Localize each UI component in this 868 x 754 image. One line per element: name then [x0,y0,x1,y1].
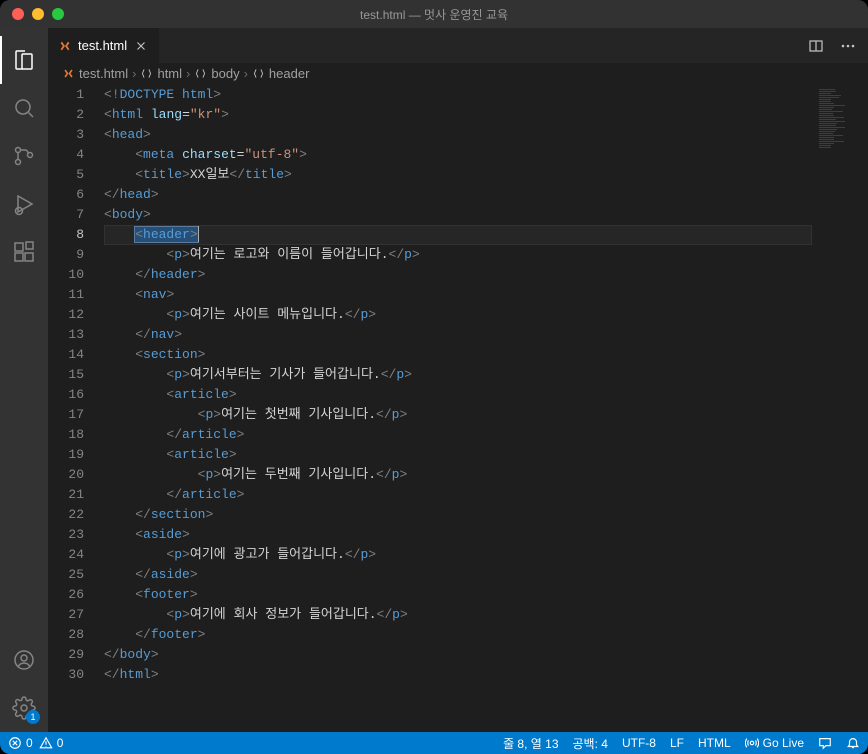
status-line-col[interactable]: 줄 8, 열 13 [503,735,558,752]
breadcrumb-html[interactable]: html [140,66,182,81]
code-line[interactable]: <aside> [104,525,812,545]
symbol-icon [194,67,207,80]
minimize-window-button[interactable] [32,8,44,20]
code-line[interactable]: </aside> [104,565,812,585]
code-line[interactable]: <p>여기는 사이트 메뉴입니다.</p> [104,305,812,325]
status-golive[interactable]: Go Live [745,736,804,750]
accounts-icon[interactable] [0,636,48,684]
code-line[interactable]: </article> [104,425,812,445]
tab-actions [808,28,868,63]
window-title: test.html — 멋사 운영진 교육 [360,6,508,23]
explorer-icon[interactable] [0,36,48,84]
symbol-icon [140,67,153,80]
code-line[interactable]: <nav> [104,285,812,305]
minimap[interactable] [812,85,868,732]
code-line[interactable]: <article> [104,385,812,405]
code-line[interactable]: </section> [104,505,812,525]
close-tab-icon[interactable] [133,38,149,54]
extensions-icon[interactable] [0,228,48,276]
status-bar: 0 0 줄 8, 열 13 공백: 4 UTF-8 LF HTML Go Liv… [0,732,868,754]
run-debug-icon[interactable] [0,180,48,228]
status-eol[interactable]: LF [670,736,684,750]
code-line[interactable]: </html> [104,665,812,685]
tab-label: test.html [78,38,127,53]
breadcrumb-header[interactable]: header [252,66,309,81]
code-line[interactable]: <head> [104,125,812,145]
code-line[interactable]: <footer> [104,585,812,605]
code-line[interactable]: <article> [104,445,812,465]
code-editor[interactable]: 1234567891011121314151617181920212223242… [48,85,868,732]
code-line[interactable]: </header> [104,265,812,285]
status-errors[interactable]: 0 [8,736,33,750]
traffic-lights [0,8,64,20]
code-line[interactable]: <title>XX일보</title> [104,165,812,185]
status-bell-icon[interactable] [846,736,860,750]
code-line[interactable]: <body> [104,205,812,225]
code-line[interactable]: </head> [104,185,812,205]
status-language[interactable]: HTML [698,736,731,750]
breadcrumb-file[interactable]: test.html [62,66,128,81]
maximize-window-button[interactable] [52,8,64,20]
chevron-right-icon: › [186,66,190,81]
html-file-icon [58,39,72,53]
main-area: 1 test.html [0,28,868,732]
settings-gear-icon[interactable]: 1 [0,684,48,732]
tab-bar: test.html [48,28,868,63]
scrollbar[interactable] [856,85,868,732]
settings-badge: 1 [26,710,40,724]
vscode-window: test.html — 멋사 운영진 교육 [0,0,868,754]
breadcrumbs[interactable]: test.html › html › body › header [48,63,868,85]
editor-area: test.html test.html [48,28,868,732]
chevron-right-icon: › [244,66,248,81]
titlebar[interactable]: test.html — 멋사 운영진 교육 [0,0,868,28]
more-actions-icon[interactable] [840,38,856,54]
code-line[interactable]: <p>여기서부터는 기사가 들어갑니다.</p> [104,365,812,385]
html-file-icon [62,67,75,80]
code-content[interactable]: <!DOCTYPE html><html lang="kr"><head> <m… [104,85,812,732]
code-line[interactable]: <html lang="kr"> [104,105,812,125]
code-line[interactable]: </nav> [104,325,812,345]
search-icon[interactable] [0,84,48,132]
status-feedback-icon[interactable] [818,736,832,750]
code-line[interactable]: </body> [104,645,812,665]
activity-bar: 1 [0,28,48,732]
tab-test-html[interactable]: test.html [48,28,160,63]
split-editor-icon[interactable] [808,38,824,54]
code-line[interactable]: </article> [104,485,812,505]
code-line[interactable]: <p>여기에 광고가 들어갑니다.</p> [104,545,812,565]
line-number-gutter[interactable]: 1234567891011121314151617181920212223242… [48,85,104,732]
code-line[interactable]: <p>여기는 두번째 기사입니다.</p> [104,465,812,485]
code-line[interactable]: <meta charset="utf-8"> [104,145,812,165]
code-line[interactable]: </footer> [104,625,812,645]
source-control-icon[interactable] [0,132,48,180]
symbol-icon [252,67,265,80]
code-line[interactable]: <p>여기는 로고와 이름이 들어갑니다.</p> [104,245,812,265]
code-line[interactable]: <p>여기에 회사 정보가 들어갑니다.</p> [104,605,812,625]
status-encoding[interactable]: UTF-8 [622,736,656,750]
code-line[interactable]: <p>여기는 첫번째 기사입니다.</p> [104,405,812,425]
close-window-button[interactable] [12,8,24,20]
status-indentation[interactable]: 공백: 4 [573,735,608,752]
code-line[interactable]: <!DOCTYPE html> [104,85,812,105]
status-warnings[interactable]: 0 [39,736,64,750]
code-line[interactable]: <header> [104,225,812,245]
breadcrumb-body[interactable]: body [194,66,239,81]
chevron-right-icon: › [132,66,136,81]
code-line[interactable]: <section> [104,345,812,365]
